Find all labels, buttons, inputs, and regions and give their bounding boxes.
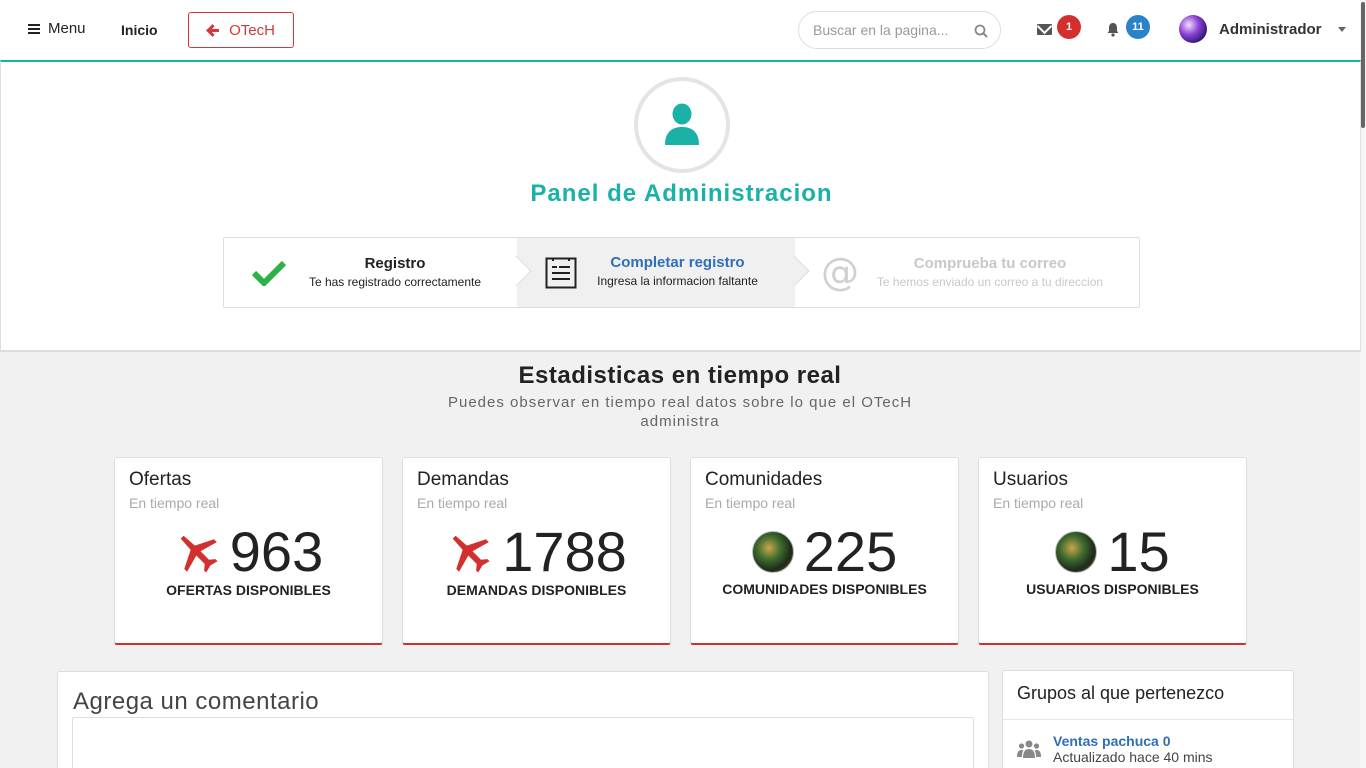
- back-otech-button[interactable]: OTecH: [188, 12, 294, 48]
- step-title: Comprueba tu correo: [913, 255, 1067, 272]
- card-title: Comunidades: [705, 469, 823, 490]
- check-icon: [252, 260, 286, 286]
- user-name: Administrador: [1219, 20, 1322, 38]
- stats-title: Estadisticas en tiempo real: [518, 362, 842, 389]
- step-registro[interactable]: Registro Te has registrado correctamente: [224, 238, 532, 307]
- chevron-down-icon: [1337, 26, 1346, 32]
- card-comunidades[interactable]: Comunidades En tiempo real 225 COMUNIDAD…: [690, 457, 959, 645]
- groups-title: Grupos al que pertenezco: [1017, 683, 1225, 703]
- card-label: OFERTAS DISPONIBLES: [166, 582, 331, 598]
- card-value: 1788: [502, 520, 627, 583]
- back-otech-label: OTecH: [229, 21, 275, 39]
- search-input[interactable]: [813, 22, 963, 38]
- step-desc: Ingresa la informacion faltante: [597, 274, 758, 288]
- card-subtitle: En tiempo real: [705, 495, 796, 511]
- search-icon[interactable]: [974, 24, 988, 38]
- menu-button[interactable]: Menu: [28, 20, 86, 37]
- notifications-badge: 11: [1126, 15, 1150, 39]
- community-image: [751, 531, 794, 573]
- card-title: Usuarios: [993, 469, 1068, 490]
- groups-box: Grupos al que pertenezco Ventas pachuca …: [1002, 670, 1294, 768]
- card-label: USUARIOS DISPONIBLES: [1026, 581, 1199, 597]
- admin-panel: Panel de Administracion Registro Te has …: [0, 60, 1361, 352]
- comment-textarea[interactable]: [72, 717, 974, 768]
- card-subtitle: En tiempo real: [993, 495, 1084, 511]
- messages-badge: 1: [1057, 15, 1081, 39]
- card-value: 963: [229, 520, 324, 583]
- step-title: Completar registro: [610, 254, 745, 271]
- top-navbar: Menu Inicio OTecH 1 11 Administrador: [0, 0, 1360, 60]
- profile-circle: [634, 77, 730, 173]
- card-value: 15: [1107, 520, 1170, 583]
- card-label: DEMANDAS DISPONIBLES: [446, 582, 627, 598]
- step-title: Registro: [364, 255, 426, 272]
- card-label: COMUNIDADES DISPONIBLES: [722, 581, 927, 597]
- group-name-link[interactable]: Ventas pachuca 0: [1053, 733, 1213, 749]
- users-image: [1055, 531, 1098, 573]
- envelope-icon[interactable]: [1037, 24, 1052, 35]
- card-usuarios[interactable]: Usuarios En tiempo real 15 USUARIOS DISP…: [978, 457, 1247, 645]
- user-menu[interactable]: Administrador: [1179, 15, 1346, 43]
- step-desc: Te has registrado correctamente: [308, 275, 482, 289]
- step-desc: Te hemos enviado un correo a tu direccio…: [876, 275, 1104, 289]
- group-icon: [1017, 740, 1041, 758]
- registration-steps: Registro Te has registrado correctamente…: [223, 237, 1140, 308]
- stats-subtitle: Puedes observar en tiempo real datos sob…: [447, 394, 913, 430]
- comment-title: Agrega un comentario: [73, 688, 320, 715]
- plane-icon: [452, 535, 490, 573]
- group-updated: Actualizado hace 40 mins: [1053, 749, 1213, 765]
- hamburger-icon: [28, 23, 40, 34]
- comment-box: Agrega un comentario: [57, 671, 989, 768]
- avatar: [1179, 15, 1207, 43]
- card-ofertas[interactable]: Ofertas En tiempo real 963 OFERTAS DISPO…: [114, 457, 383, 645]
- at-icon: @: [821, 250, 859, 294]
- list-item[interactable]: Ventas pachuca 0 Actualizado hace 40 min…: [1017, 733, 1213, 765]
- card-value: 225: [803, 520, 898, 583]
- arrow-left-icon: [207, 24, 220, 36]
- bell-icon[interactable]: [1106, 22, 1120, 37]
- divider: [1003, 719, 1293, 720]
- card-demandas[interactable]: Demandas En tiempo real 1788 DEMANDAS DI…: [402, 457, 671, 645]
- user-icon: [665, 103, 699, 145]
- search-box: [798, 11, 1001, 49]
- card-subtitle: En tiempo real: [129, 495, 220, 511]
- card-subtitle: En tiempo real: [417, 495, 508, 511]
- step-completar-registro[interactable]: Completar registro Ingresa la informacio…: [517, 238, 810, 307]
- card-title: Ofertas: [129, 469, 192, 490]
- scrollbar-thumb[interactable]: [1361, 2, 1365, 128]
- form-icon: [545, 257, 577, 289]
- menu-label: Menu: [48, 20, 86, 37]
- panel-title: Panel de Administracion: [530, 180, 833, 207]
- step-comprueba-correo[interactable]: @ Comprueba tu correo Te hemos enviado u…: [795, 238, 1139, 307]
- plane-icon: [180, 535, 218, 573]
- home-link[interactable]: Inicio: [121, 22, 158, 38]
- card-title: Demandas: [417, 469, 509, 490]
